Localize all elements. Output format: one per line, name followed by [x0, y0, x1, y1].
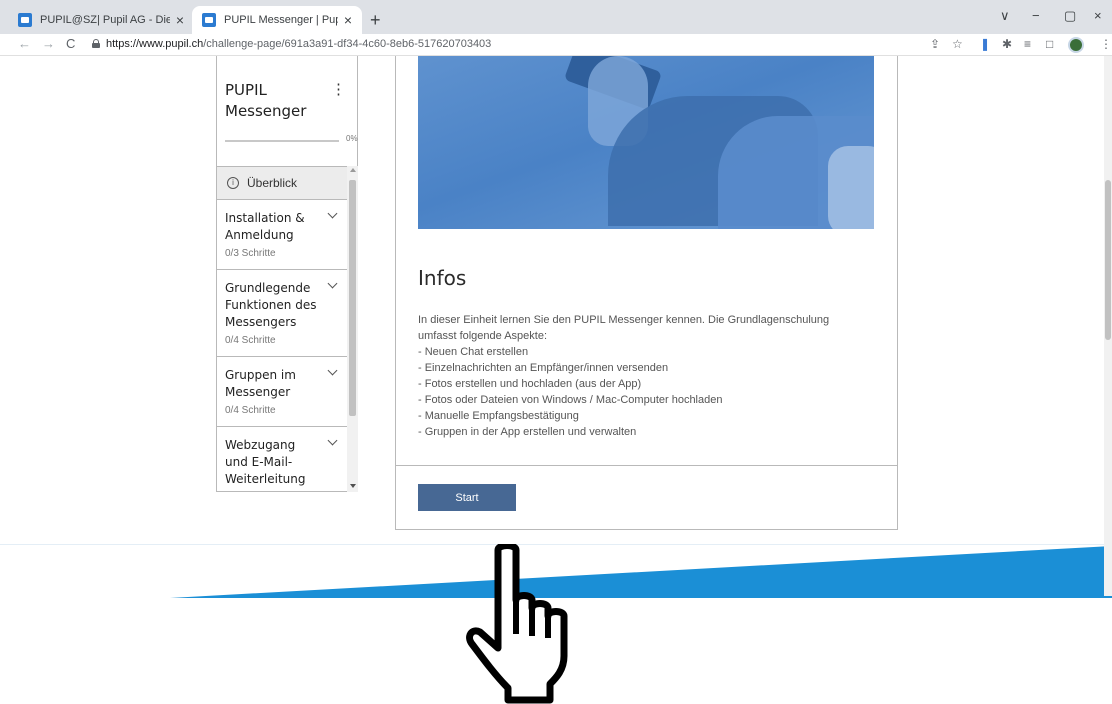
browser-tab-bar: PUPIL@SZ| Pupil AG - Die eLearn × PUPIL …	[0, 0, 1112, 34]
tab-pupil-messenger[interactable]: PUPIL Messenger | Pupil AG ×	[192, 6, 362, 34]
profile-avatar[interactable]	[1068, 37, 1084, 53]
list-item: - Gruppen in der App erstellen und verwa…	[418, 426, 637, 438]
infos-description: In dieser Einheit lernen Sie den PUPIL M…	[418, 312, 878, 440]
chapter-grundlegende-funktionen[interactable]: Grundlegende Funktionen des Messengers 0…	[217, 270, 347, 357]
intro-text: umfasst folgende Aspekte:	[418, 330, 548, 342]
chapter-title: Gruppen im Messenger	[225, 368, 296, 399]
chapter-steps: 0/4 Schritte	[225, 335, 276, 346]
infos-heading: Infos	[418, 266, 467, 290]
chapter-gruppen[interactable]: Gruppen im Messenger 0/4 Schritte	[217, 357, 347, 427]
address-bar: ← → C https://www.pupil.ch/challenge-pag…	[0, 34, 1112, 56]
scroll-up-icon[interactable]	[350, 168, 356, 172]
reload-icon[interactable]: C	[66, 36, 75, 51]
puzzle-extensions-icon[interactable]: ✱	[1002, 37, 1012, 51]
browser-menu-icon[interactable]: ⋮	[1100, 37, 1112, 51]
sidebar-scrollbar[interactable]	[347, 166, 358, 492]
lock-icon[interactable]	[92, 39, 100, 48]
pupil-favicon-icon	[202, 13, 216, 27]
overview-item[interactable]: i Überblick	[217, 166, 347, 200]
hero-image	[418, 56, 874, 229]
list-item: - Fotos oder Dateien von Windows / Mac-C…	[418, 394, 723, 406]
chapter-webzugang[interactable]: Webzugang und E-Mail-Weiterleitung	[217, 427, 347, 492]
minimize-icon[interactable]: −	[1032, 8, 1040, 23]
chapter-title: Grundlegende Funktionen des Messengers	[225, 281, 317, 329]
course-menu-icon[interactable]: ⋮	[331, 80, 346, 98]
course-progress-bar	[225, 140, 339, 142]
course-progress-label: 0%	[346, 134, 358, 143]
course-title: PUPIL Messenger	[225, 80, 306, 122]
overview-label: Überblick	[247, 176, 298, 190]
list-item: - Manuelle Empfangsbestätigung	[418, 410, 579, 422]
course-sidebar: PUPIL Messenger ⋮ 0% i Überblick Install…	[216, 56, 358, 492]
chapter-list: i Überblick Installation & Anmeldung 0/3…	[217, 166, 347, 492]
tab-title: PUPIL@SZ| Pupil AG - Die eLearn	[40, 14, 170, 26]
close-window-icon[interactable]: ×	[1094, 8, 1102, 23]
chevron-down-icon[interactable]	[327, 435, 338, 446]
card-divider	[396, 465, 897, 466]
url-host: https://www.pupil.ch	[106, 38, 204, 50]
list-item: - Neuen Chat erstellen	[418, 346, 529, 358]
page-content: PUPIL Messenger ⋮ 0% i Überblick Install…	[0, 56, 1112, 704]
sidebar-scroll-thumb[interactable]	[349, 180, 356, 416]
page-scrollbar[interactable]	[1104, 56, 1112, 596]
restore-icon[interactable]: ▢	[1064, 8, 1076, 24]
bookmark-star-icon[interactable]: ☆	[952, 37, 963, 51]
url-path: /challenge-page/691a3a91-df34-4c60-8eb6-…	[203, 38, 492, 50]
new-tab-button[interactable]: +	[370, 10, 381, 31]
tab-pupil-elearning[interactable]: PUPIL@SZ| Pupil AG - Die eLearn ×	[8, 6, 194, 34]
course-title-line: PUPIL	[225, 81, 267, 99]
hand-pointer-cursor-icon	[466, 544, 568, 704]
chapter-steps: 0/4 Schritte	[225, 405, 276, 416]
tab-title: PUPIL Messenger | Pupil AG	[224, 14, 338, 26]
start-button[interactable]: Start	[418, 484, 516, 511]
pupil-favicon-icon	[18, 13, 32, 27]
tab-close-icon[interactable]: ×	[344, 12, 352, 28]
share-icon[interactable]: ⇪	[930, 37, 940, 51]
tab-search-icon[interactable]: ∨	[1000, 8, 1010, 24]
chapter-title: Webzugang und E-Mail-Weiterleitung	[225, 438, 306, 486]
info-icon: i	[227, 177, 239, 189]
list-item: - Einzelnachrichten an Empfänger/innen v…	[418, 362, 669, 374]
url-field[interactable]: https://www.pupil.ch/challenge-page/691a…	[106, 38, 491, 50]
chapter-title: Installation & Anmeldung	[225, 211, 305, 242]
page-scroll-thumb[interactable]	[1105, 180, 1111, 340]
tab-close-icon[interactable]: ×	[176, 12, 184, 28]
chevron-down-icon[interactable]	[327, 365, 338, 376]
intro-text: In dieser Einheit lernen Sie den PUPIL M…	[418, 314, 830, 326]
unit-card: Infos In dieser Einheit lernen Sie den P…	[395, 56, 898, 530]
back-icon[interactable]: ←	[18, 36, 31, 51]
scroll-down-icon[interactable]	[350, 484, 356, 488]
forward-icon[interactable]: →	[42, 36, 55, 51]
reading-list-icon[interactable]: ≡	[1024, 37, 1031, 51]
chapter-installation[interactable]: Installation & Anmeldung 0/3 Schritte	[217, 200, 347, 270]
chevron-down-icon[interactable]	[327, 278, 338, 289]
side-panel-icon[interactable]: □	[1046, 37, 1053, 51]
extension-icon[interactable]: ❚	[980, 37, 990, 51]
course-title-line: Messenger	[225, 102, 307, 120]
chevron-down-icon[interactable]	[327, 208, 338, 219]
list-item: - Fotos erstellen und hochladen (aus der…	[418, 378, 642, 390]
chapter-steps: 0/3 Schritte	[225, 248, 276, 259]
